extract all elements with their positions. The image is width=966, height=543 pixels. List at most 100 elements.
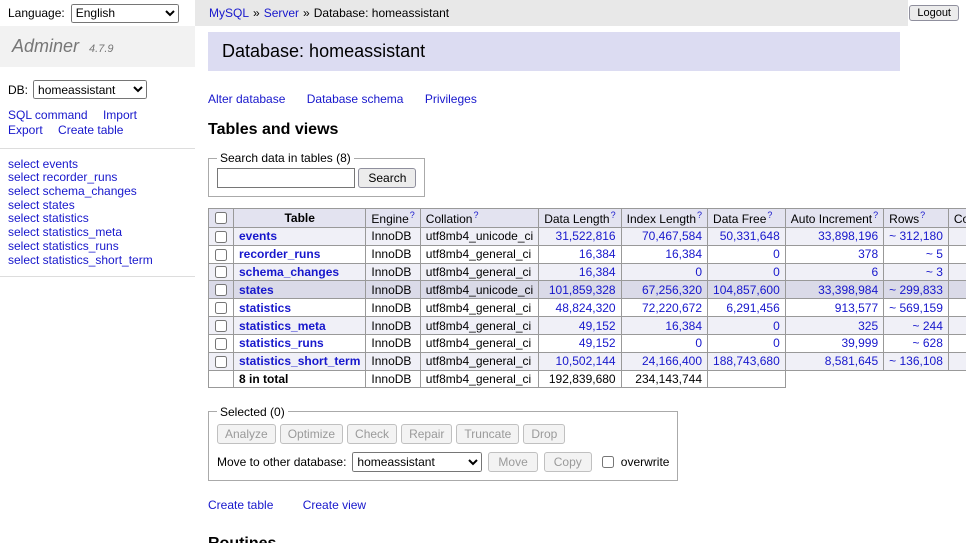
row-checkbox[interactable]: [215, 231, 227, 243]
rows-cell: ~ 136,108: [884, 352, 949, 370]
index-length-cell: 0: [621, 263, 707, 281]
sidebar-link-select-states[interactable]: select states: [8, 198, 187, 212]
language-select[interactable]: English: [71, 4, 179, 23]
truncate-button[interactable]: Truncate: [456, 424, 519, 444]
selected-fieldset: Selected (0) AnalyzeOptimizeCheckRepairT…: [208, 405, 678, 481]
total-empty-cell: [209, 370, 234, 387]
row-checkbox-cell: [209, 228, 234, 246]
repair-button[interactable]: Repair: [401, 424, 452, 444]
auto-increment-cell: 378: [785, 245, 883, 263]
engine-cell: InnoDB: [366, 228, 420, 246]
row-checkbox[interactable]: [215, 284, 227, 296]
rows-count-link[interactable]: ~ 569,159: [889, 301, 943, 315]
sidebar-link-select-schema-changes[interactable]: select schema_changes: [8, 184, 187, 198]
table-link-statistics-short-term[interactable]: statistics_short_term: [239, 354, 360, 368]
breadcrumb-item-server[interactable]: Server: [264, 6, 299, 20]
column-help-link[interactable]: ?: [611, 210, 616, 220]
sidebar-link-select-recorder-runs[interactable]: select recorder_runs: [8, 171, 187, 185]
table-link-statistics[interactable]: statistics: [239, 301, 291, 315]
alter-database-link[interactable]: Alter database: [208, 92, 285, 106]
move-row: Move to other database: homeassistant Mo…: [217, 452, 669, 472]
column-help-link[interactable]: ?: [697, 210, 702, 220]
row-checkbox-cell: [209, 281, 234, 299]
table-link-states[interactable]: states: [239, 283, 274, 297]
column-header-comment: Comment?: [948, 209, 966, 228]
app-logo: Adminer 4.7.9: [0, 26, 195, 67]
rows-cell: ~ 5: [884, 245, 949, 263]
drop-button[interactable]: Drop: [523, 424, 565, 444]
check-button[interactable]: Check: [347, 424, 397, 444]
move-button[interactable]: Move: [488, 452, 537, 472]
rows-count-link[interactable]: ~ 244: [913, 319, 943, 333]
collation-cell: utf8mb4_general_ci: [420, 352, 538, 370]
index-length-cell: 16,384: [621, 245, 707, 263]
column-help-link[interactable]: ?: [873, 210, 878, 220]
copy-button[interactable]: Copy: [544, 452, 592, 472]
column-help-link[interactable]: ?: [920, 210, 925, 220]
overwrite-checkbox[interactable]: [602, 456, 614, 468]
logout-area: Logout: [908, 0, 966, 26]
breadcrumb-item-mysql[interactable]: MySQL: [209, 6, 249, 20]
data-length-cell: 48,824,320: [539, 299, 621, 317]
collation-cell: utf8mb4_general_ci: [420, 299, 538, 317]
table-link-events[interactable]: events: [239, 229, 277, 243]
sidebar-link-select-statistics-meta[interactable]: select statistics_meta: [8, 226, 187, 240]
table-link-schema-changes[interactable]: schema_changes: [239, 265, 339, 279]
table-link-statistics-runs[interactable]: statistics_runs: [239, 336, 324, 350]
create-table-link[interactable]: Create table: [208, 498, 273, 512]
comment-cell: [948, 352, 966, 370]
select-all-checkbox[interactable]: [215, 212, 227, 224]
rows-count-link[interactable]: ~ 3: [926, 265, 943, 279]
total-data-free-cell: [708, 370, 786, 387]
sidebar-link-select-events[interactable]: select events: [8, 157, 187, 171]
rows-count-link[interactable]: ~ 628: [913, 336, 943, 350]
search-input[interactable]: [217, 168, 355, 188]
db-nav-links: Alter database Database schema Privilege…: [208, 92, 966, 106]
row-checkbox[interactable]: [215, 338, 227, 350]
table-total-row: 8 in total InnoDB utf8mb4_general_ci 192…: [209, 370, 966, 387]
move-db-select[interactable]: homeassistant: [352, 452, 482, 472]
optimize-button[interactable]: Optimize: [280, 424, 343, 444]
app-name[interactable]: Adminer: [12, 36, 79, 56]
database-schema-link[interactable]: Database schema: [307, 92, 404, 106]
row-checkbox[interactable]: [215, 320, 227, 332]
rows-count-link[interactable]: ~ 136,108: [889, 354, 943, 368]
collation-cell: utf8mb4_unicode_ci: [420, 228, 538, 246]
column-header-rows: Rows?: [884, 209, 949, 228]
table-row-statistics: statisticsInnoDButf8mb4_general_ci48,824…: [209, 299, 966, 317]
search-button[interactable]: Search: [358, 168, 416, 188]
row-checkbox[interactable]: [215, 266, 227, 278]
table-link-recorder-runs[interactable]: recorder_runs: [239, 247, 320, 261]
sidebar-action-create-table[interactable]: Create table: [58, 123, 123, 137]
sidebar-action-export[interactable]: Export: [8, 123, 43, 137]
sidebar-action-import[interactable]: Import: [103, 108, 137, 122]
engine-cell: InnoDB: [366, 352, 420, 370]
rows-count-link[interactable]: ~ 312,180: [889, 229, 943, 243]
sidebar-link-select-statistics-short-term[interactable]: select statistics_short_term: [8, 253, 187, 267]
row-checkbox-cell: [209, 334, 234, 352]
engine-cell: InnoDB: [366, 263, 420, 281]
logout-button[interactable]: Logout: [909, 5, 959, 21]
row-checkbox[interactable]: [215, 356, 227, 368]
privileges-link[interactable]: Privileges: [425, 92, 477, 106]
sidebar-action-sql-command[interactable]: SQL command: [8, 108, 88, 122]
column-help-link[interactable]: ?: [410, 210, 415, 220]
row-checkbox[interactable]: [215, 302, 227, 314]
row-checkbox[interactable]: [215, 249, 227, 261]
sidebar-link-select-statistics-runs[interactable]: select statistics_runs: [8, 239, 187, 253]
data-free-cell: 0: [708, 317, 786, 335]
rows-count-link[interactable]: ~ 299,833: [889, 283, 943, 297]
data-free-cell: 104,857,600: [708, 281, 786, 299]
column-header-data-length: Data Length?: [539, 209, 621, 228]
table-link-statistics-meta[interactable]: statistics_meta: [239, 319, 326, 333]
column-help-link[interactable]: ?: [473, 210, 478, 220]
row-checkbox-cell: [209, 245, 234, 263]
rows-count-link[interactable]: ~ 5: [926, 247, 943, 261]
db-select[interactable]: homeassistant: [33, 80, 147, 99]
analyze-button[interactable]: Analyze: [217, 424, 276, 444]
column-help-link[interactable]: ?: [767, 210, 772, 220]
sidebar-link-select-statistics[interactable]: select statistics: [8, 212, 187, 226]
auto-increment-cell: 39,999: [785, 334, 883, 352]
create-view-link[interactable]: Create view: [303, 498, 366, 512]
index-length-cell: 72,220,672: [621, 299, 707, 317]
